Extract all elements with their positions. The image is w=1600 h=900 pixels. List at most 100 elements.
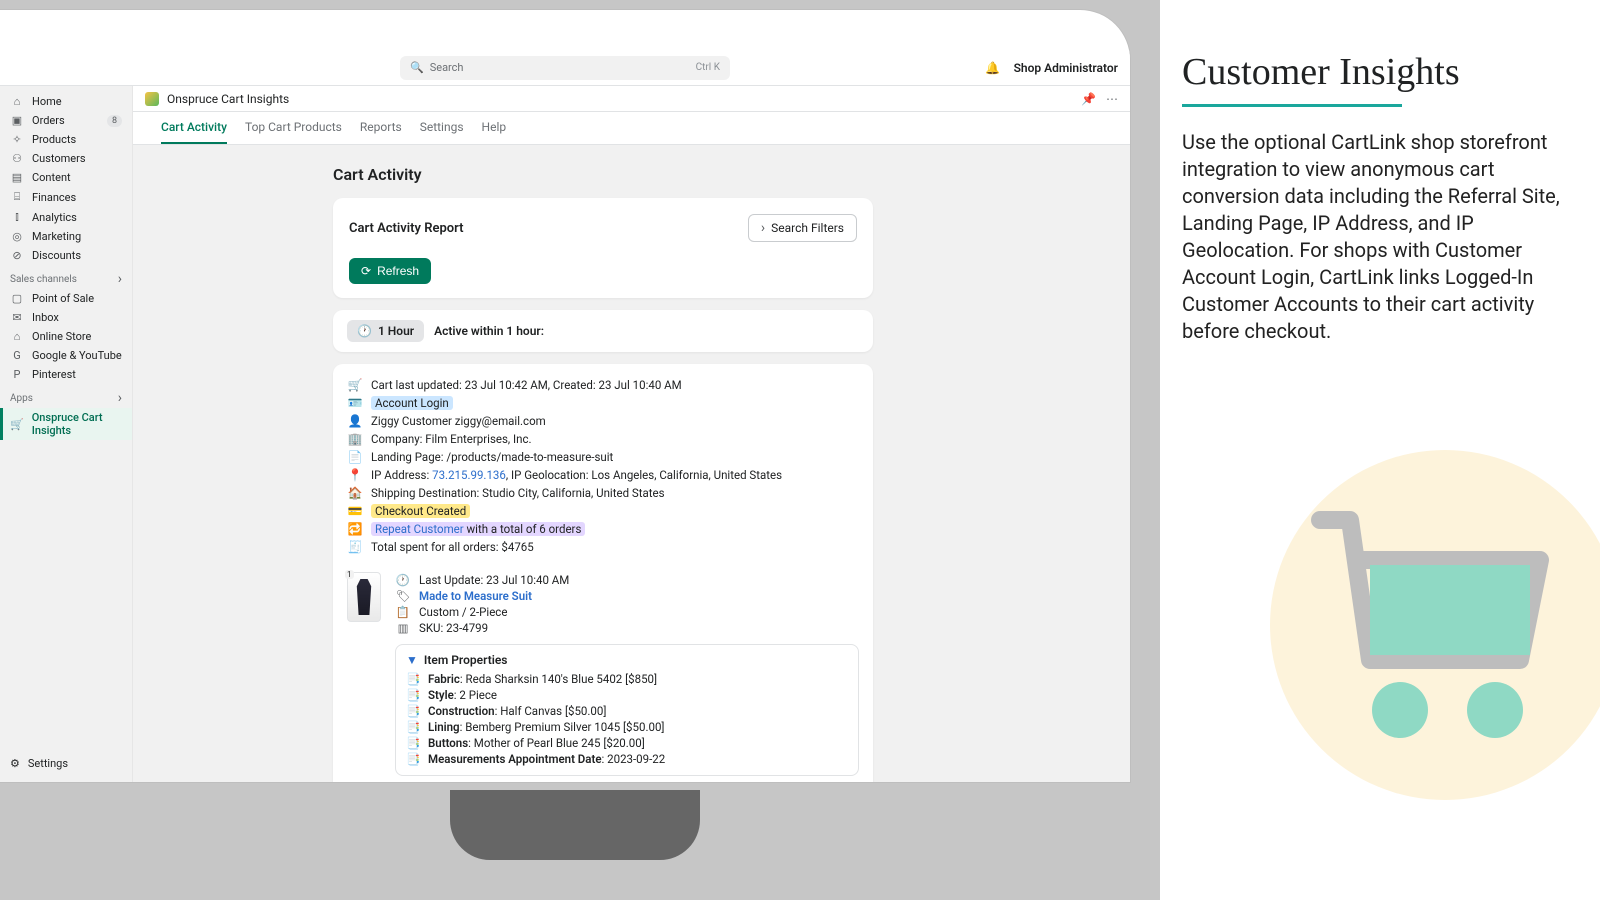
channel-icon: ▢: [10, 292, 24, 305]
nav-icon: ▣: [10, 114, 24, 127]
pin-icon[interactable]: 📌: [1081, 92, 1096, 106]
item-properties-panel: ▼Item Properties 📑Fabric: Reda Sharksin …: [395, 644, 859, 776]
page-title: Cart Activity: [333, 165, 1130, 184]
property-icon: 📑: [406, 720, 420, 734]
app-header: Onspruce Cart Insights 📌 ⋯: [133, 86, 1130, 112]
app-icon: [145, 92, 159, 106]
property-icon: 📑: [406, 736, 420, 750]
clock-icon: 🕐: [395, 573, 411, 587]
property-icon: 📑: [406, 752, 420, 766]
time-filter-desc: Active within 1 hour:: [434, 324, 544, 338]
tag-icon: 🏷: [395, 589, 411, 603]
ip-address-line: IP Address: 73.215.99.136, IP Geolocatio…: [371, 468, 782, 482]
nav-icon: ⊘: [10, 249, 24, 262]
login-icon: 🪪: [347, 396, 363, 410]
item-property: 📑Measurements Appointment Date: 2023-09-…: [406, 751, 848, 767]
repeat-customer-link[interactable]: Repeat Customer: [375, 522, 464, 536]
shop-admin-label[interactable]: Shop Administrator: [1014, 61, 1118, 75]
sidebar-item-marketing[interactable]: ◎Marketing: [0, 227, 132, 246]
nav-icon: ⫾: [10, 210, 24, 224]
nav-icon: ✧: [10, 133, 24, 146]
checkout-badge: Checkout Created: [371, 504, 470, 518]
item-property: 📑Fabric: Reda Sharksin 140's Blue 5402 […: [406, 671, 848, 687]
sidebar-item-customers[interactable]: ⚇Customers: [0, 149, 132, 168]
sidebar-item-home[interactable]: ⌂Home: [0, 92, 132, 111]
sidebar-item-analytics[interactable]: ⫾Analytics: [0, 207, 132, 227]
sidebar-section-sales-channels: Sales channels: [0, 265, 132, 289]
channel-icon: P: [10, 368, 24, 381]
sidebar-channel-inbox[interactable]: ✉Inbox: [0, 308, 132, 327]
app-tabs: Cart Activity Top Cart Products Reports Set…: [133, 112, 1130, 145]
repeat-icon: 🔁: [347, 522, 363, 536]
pin-icon: 📍: [347, 468, 363, 482]
item-property: 📑Lining: Bemberg Premium Silver 1045 [$5…: [406, 719, 848, 735]
channel-icon: G: [10, 349, 24, 362]
tab-reports[interactable]: Reports: [360, 112, 402, 144]
report-title: Cart Activity Report: [349, 221, 464, 236]
search-placeholder: Search: [430, 61, 464, 74]
property-icon: 📑: [406, 688, 420, 702]
app-name: Onspruce Cart Insights: [167, 92, 289, 106]
ip-address-link[interactable]: 73.215.99.136: [432, 468, 506, 482]
marketing-rule: [1182, 104, 1402, 107]
orders-badge: 8: [107, 115, 122, 127]
tab-help[interactable]: Help: [482, 112, 507, 144]
tab-cart-activity[interactable]: Cart Activity: [161, 112, 227, 144]
search-input[interactable]: 🔍 Search Ctrl K: [400, 56, 730, 80]
checkout-icon: 💳: [347, 504, 363, 518]
page-icon: 📄: [347, 450, 363, 464]
sidebar-channel-online-store[interactable]: ⌂Online Store: [0, 327, 132, 346]
sidebar-item-content[interactable]: ▤Content: [0, 168, 132, 187]
barcode-icon: ▥: [395, 621, 411, 635]
cart-icon: 🛒: [347, 378, 363, 392]
channel-icon: ✉: [10, 311, 24, 324]
landing-page: Landing Page: /products/made-to-measure-…: [371, 450, 613, 464]
gear-icon: ⚙: [10, 757, 20, 770]
product-row: 1 🕐Last Update: 23 Jul 10:40 AM 🏷Made to…: [347, 572, 859, 776]
product-name-link[interactable]: Made to Measure Suit: [419, 589, 532, 603]
notifications-icon[interactable]: 🔔: [985, 61, 1000, 75]
tab-top-cart-products[interactable]: Top Cart Products: [245, 112, 342, 144]
chevron-right-icon: [761, 220, 765, 236]
time-filter-row: 🕐 1 Hour Active within 1 hour:: [333, 310, 873, 352]
nav-icon: ⌂: [10, 95, 24, 108]
sidebar-item-orders[interactable]: ▣Orders8: [0, 111, 132, 130]
sidebar-settings[interactable]: ⚙ Settings: [0, 751, 132, 776]
nav-icon: ⌸: [10, 190, 24, 204]
product-variant: Custom / 2-Piece: [419, 605, 507, 619]
chevron-right-icon[interactable]: [118, 271, 122, 287]
chevron-right-icon[interactable]: [118, 390, 122, 406]
company-name: Company: Film Enterprises, Inc.: [371, 432, 532, 446]
sidebar-item-discounts[interactable]: ⊘Discounts: [0, 246, 132, 265]
sidebar-channel-point-of-sale[interactable]: ▢Point of Sale: [0, 289, 132, 308]
property-icon: 📑: [406, 672, 420, 686]
more-icon[interactable]: ⋯: [1106, 92, 1118, 106]
tab-settings[interactable]: Settings: [420, 112, 464, 144]
item-properties-header: Item Properties: [424, 653, 508, 667]
sidebar-section-apps: Apps: [0, 384, 132, 408]
cart-card: 🛒 Cart last updated: 23 Jul 10:42 AM, Cre…: [333, 364, 873, 782]
sidebar-channel-pinterest[interactable]: PPinterest: [0, 365, 132, 384]
search-filters-button[interactable]: Search Filters: [748, 214, 857, 242]
product-sku: SKU: 23-4799: [419, 621, 488, 635]
refresh-button[interactable]: ⟳ Refresh: [349, 258, 431, 284]
cart-updated: Cart last updated: 23 Jul 10:42 AM, Crea…: [371, 378, 682, 392]
app-icon: 🛒: [10, 418, 24, 431]
person-icon: 👤: [347, 414, 363, 428]
sidebar-app-onspruce-cart-insights[interactable]: 🛒Onspruce Cart Insights: [0, 408, 132, 440]
sidebar-item-products[interactable]: ✧Products: [0, 130, 132, 149]
suit-icon: [355, 579, 373, 615]
sidebar-item-finances[interactable]: ⌸Finances: [0, 187, 132, 207]
product-thumbnail[interactable]: 1: [347, 572, 381, 622]
shipping-dest: Shipping Destination: Studio City, Calif…: [371, 486, 665, 500]
time-filter-chip[interactable]: 🕐 1 Hour: [347, 320, 424, 342]
home-icon: 🏠: [347, 486, 363, 500]
building-icon: 🏢: [347, 432, 363, 446]
receipt-icon: 🧾: [347, 540, 363, 554]
sidebar-channel-google-youtube[interactable]: GGoogle & YouTube: [0, 346, 132, 365]
item-property: 📑Style: 2 Piece: [406, 687, 848, 703]
variant-icon: 📋: [395, 605, 411, 619]
content: Cart Activity Cart Activity Report Searc…: [133, 145, 1130, 782]
tablet-frame-bottom: [450, 790, 700, 860]
customer-name: Ziggy Customer ziggy@email.com: [371, 414, 546, 428]
